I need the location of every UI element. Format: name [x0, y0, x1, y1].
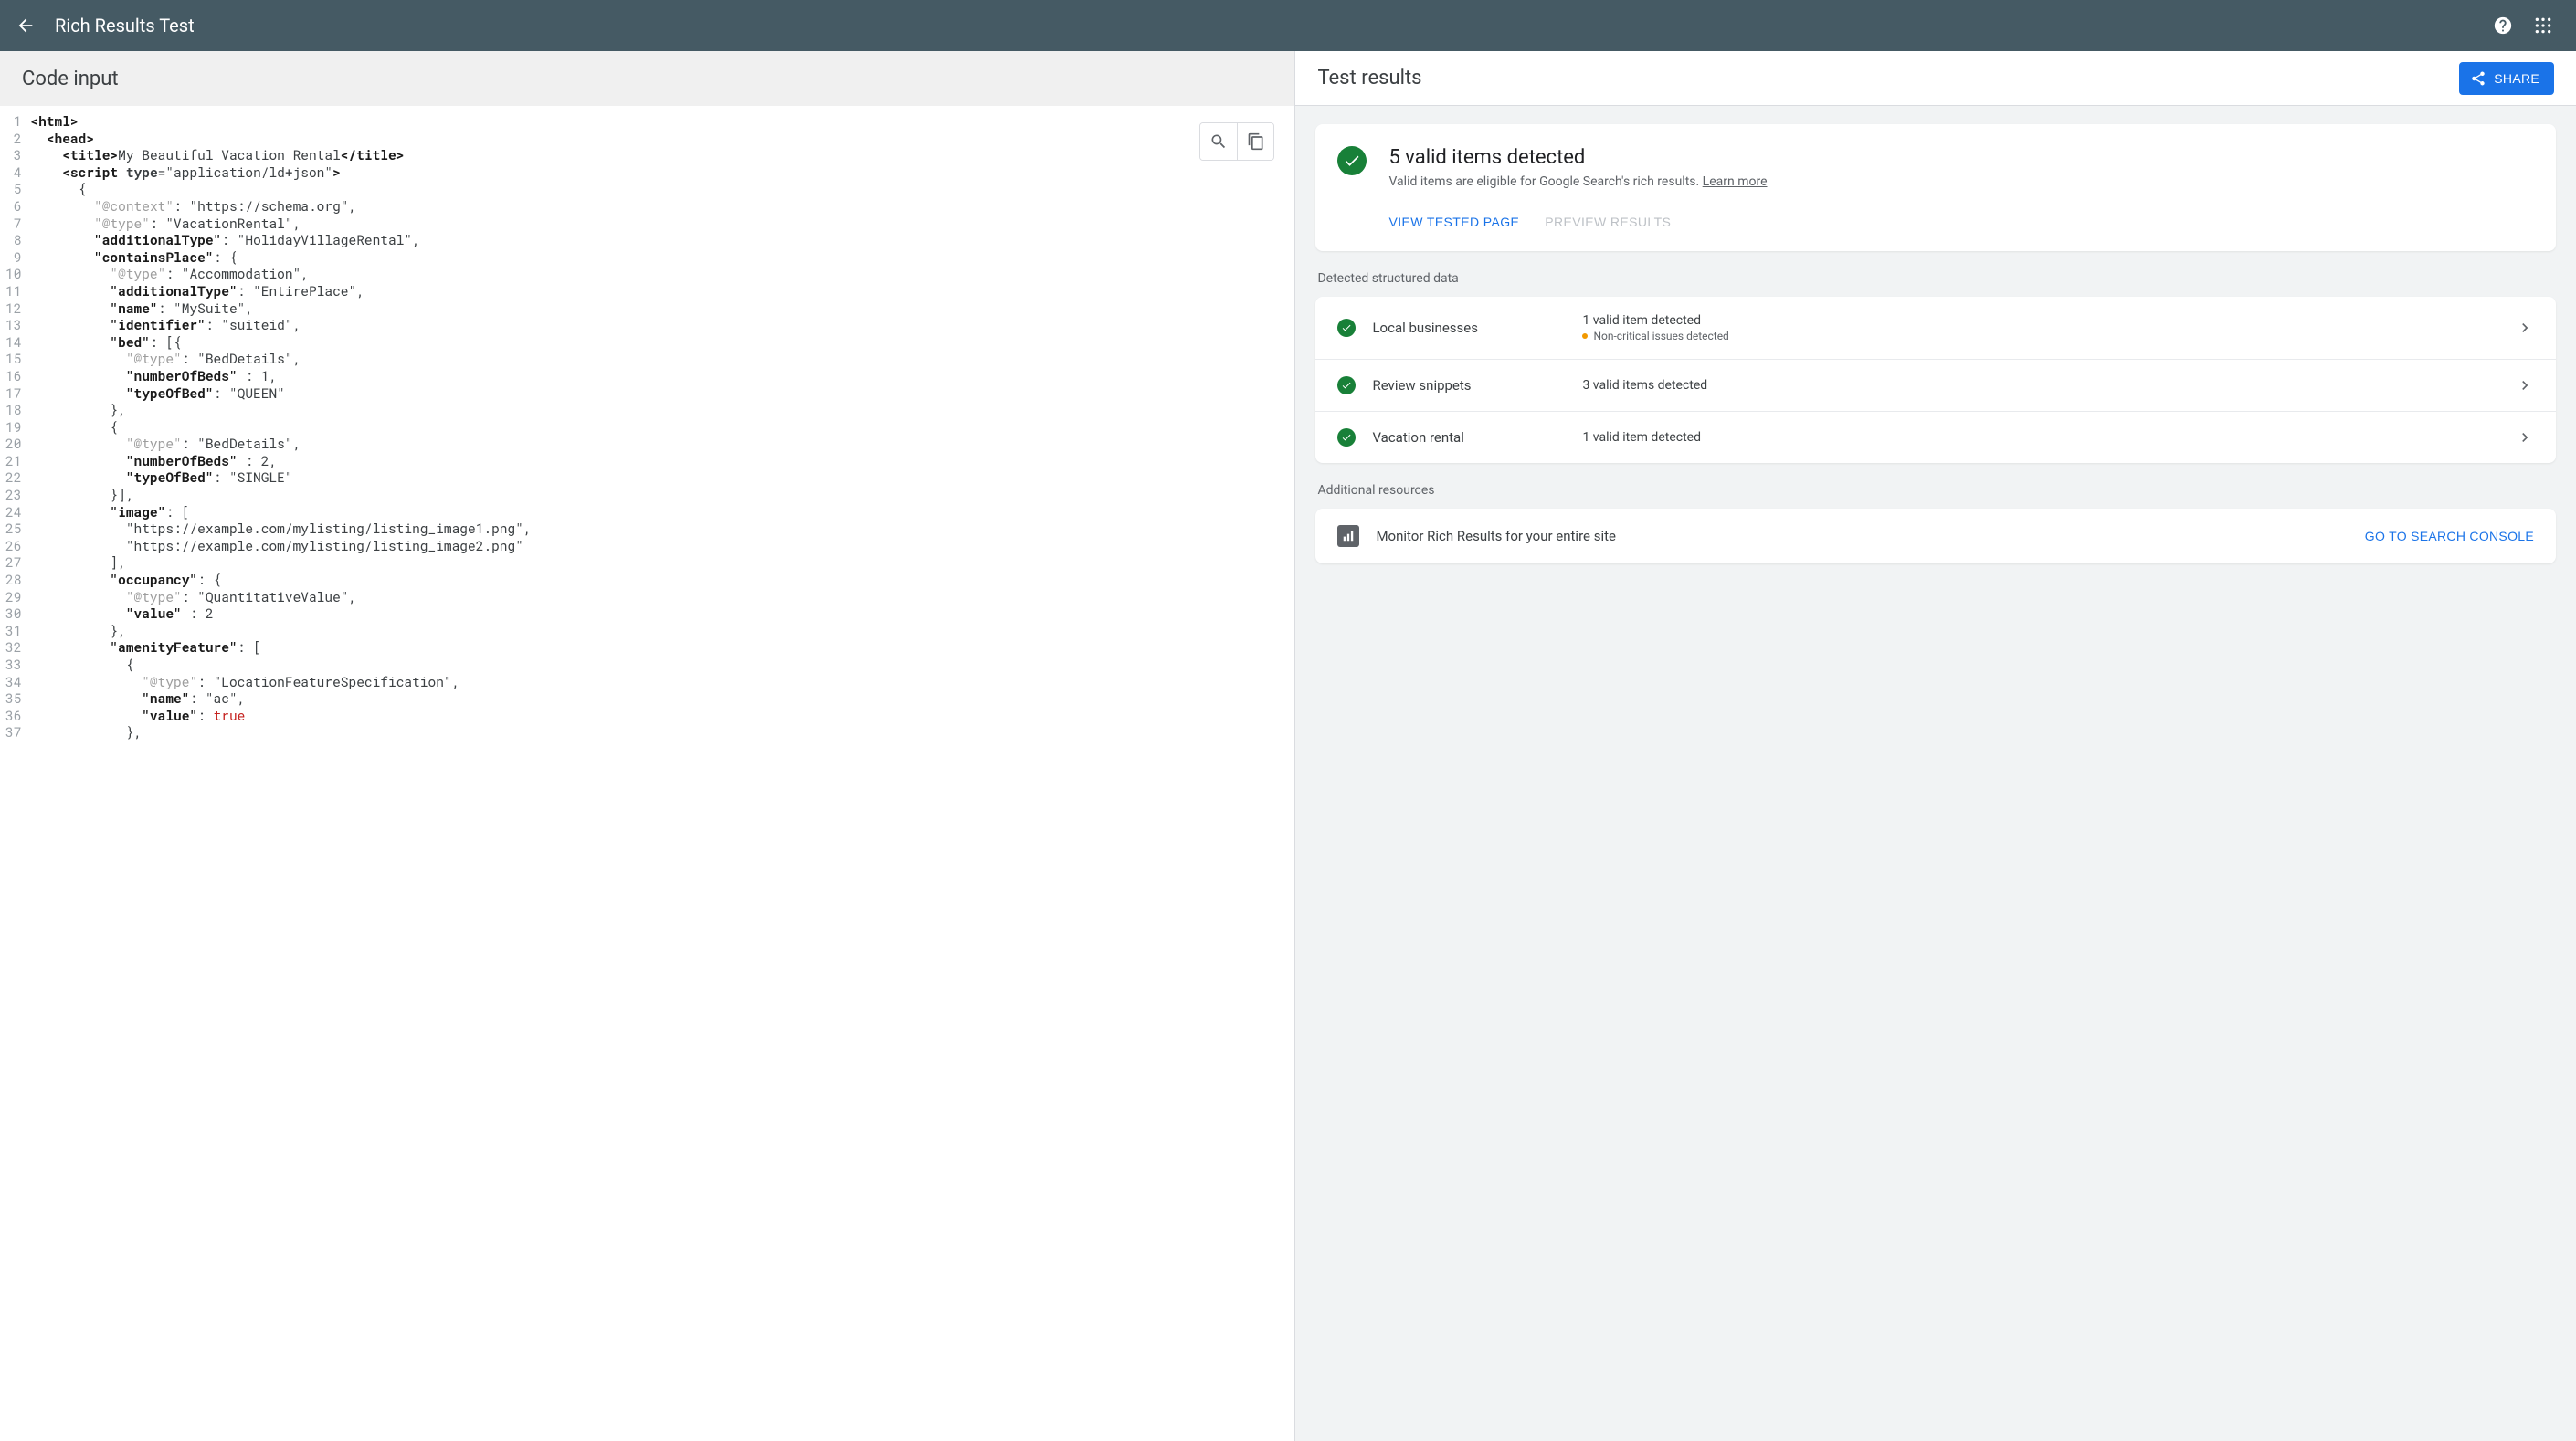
view-tested-page-button[interactable]: VIEW TESTED PAGE — [1388, 215, 1519, 229]
results-panel: Test results SHARE 5 valid items detecte… — [1295, 51, 2576, 1441]
back-button[interactable] — [15, 15, 37, 37]
resource-text: Monitor Rich Results for your entire sit… — [1376, 528, 1616, 544]
summary-card: 5 valid items detected Valid items are e… — [1315, 124, 2556, 251]
additional-label: Additional resources — [1317, 483, 2556, 498]
learn-more-link[interactable]: Learn more — [1703, 174, 1768, 189]
code-panel-title: Code input — [22, 68, 119, 90]
row-name: Local businesses — [1372, 320, 1582, 336]
code-editor[interactable]: 1234567891011121314151617181920212223242… — [0, 106, 1294, 1441]
detected-row[interactable]: Local businesses1 valid item detectedNon… — [1315, 297, 2556, 359]
detected-label: Detected structured data — [1317, 271, 2556, 286]
chevron-right-icon — [2516, 319, 2534, 337]
apps-icon — [2534, 16, 2552, 35]
help-button[interactable] — [2485, 7, 2521, 44]
go-to-console-button[interactable]: GO TO SEARCH CONSOLE — [2365, 529, 2534, 543]
apps-button[interactable] — [2525, 7, 2561, 44]
code-copy-button[interactable] — [1237, 123, 1273, 160]
results-panel-header: Test results SHARE — [1295, 51, 2576, 106]
app-title: Rich Results Test — [55, 15, 195, 37]
row-check-icon — [1337, 319, 1356, 337]
line-gutter: 1234567891011121314151617181920212223242… — [0, 113, 30, 742]
chevron-right-icon — [2516, 428, 2534, 447]
analytics-icon — [1337, 525, 1359, 547]
detected-row[interactable]: Review snippets3 valid items detected — [1315, 359, 2556, 411]
chevron-right-icon — [2516, 376, 2534, 394]
results-panel-title: Test results — [1317, 67, 1421, 89]
summary-heading: 5 valid items detected — [1388, 146, 1767, 169]
summary-subtext: Valid items are eligible for Google Sear… — [1388, 174, 1767, 189]
row-name: Review snippets — [1372, 377, 1582, 394]
code-panel-header: Code input — [0, 51, 1294, 106]
code-panel: Code input 12345678910111213141516171819… — [0, 51, 1295, 1441]
preview-results-button: PREVIEW RESULTS — [1545, 215, 1671, 229]
row-status: 3 valid items detected — [1582, 378, 2516, 393]
check-icon — [1343, 152, 1361, 170]
search-icon — [1209, 132, 1228, 151]
detected-list: Local businesses1 valid item detectedNon… — [1315, 297, 2556, 463]
row-status: 1 valid item detected — [1582, 313, 2516, 328]
share-label: SHARE — [2494, 71, 2539, 86]
app-header: Rich Results Test — [0, 0, 2576, 51]
code-toolbar — [1199, 122, 1274, 161]
success-badge — [1337, 146, 1367, 175]
row-status: 1 valid item detected — [1582, 430, 2516, 445]
arrow-left-icon — [16, 16, 36, 36]
share-button[interactable]: SHARE — [2459, 62, 2554, 95]
resource-card: Monitor Rich Results for your entire sit… — [1315, 509, 2556, 563]
detected-row[interactable]: Vacation rental1 valid item detected — [1315, 411, 2556, 463]
row-check-icon — [1337, 428, 1356, 447]
row-name: Vacation rental — [1372, 429, 1582, 446]
row-check-icon — [1337, 376, 1356, 394]
copy-icon — [1247, 132, 1265, 151]
code-search-button[interactable] — [1200, 123, 1237, 160]
share-icon — [2470, 70, 2486, 87]
code-content[interactable]: <html> <head> <title>My Beautiful Vacati… — [30, 113, 1294, 742]
help-icon — [2493, 16, 2513, 36]
